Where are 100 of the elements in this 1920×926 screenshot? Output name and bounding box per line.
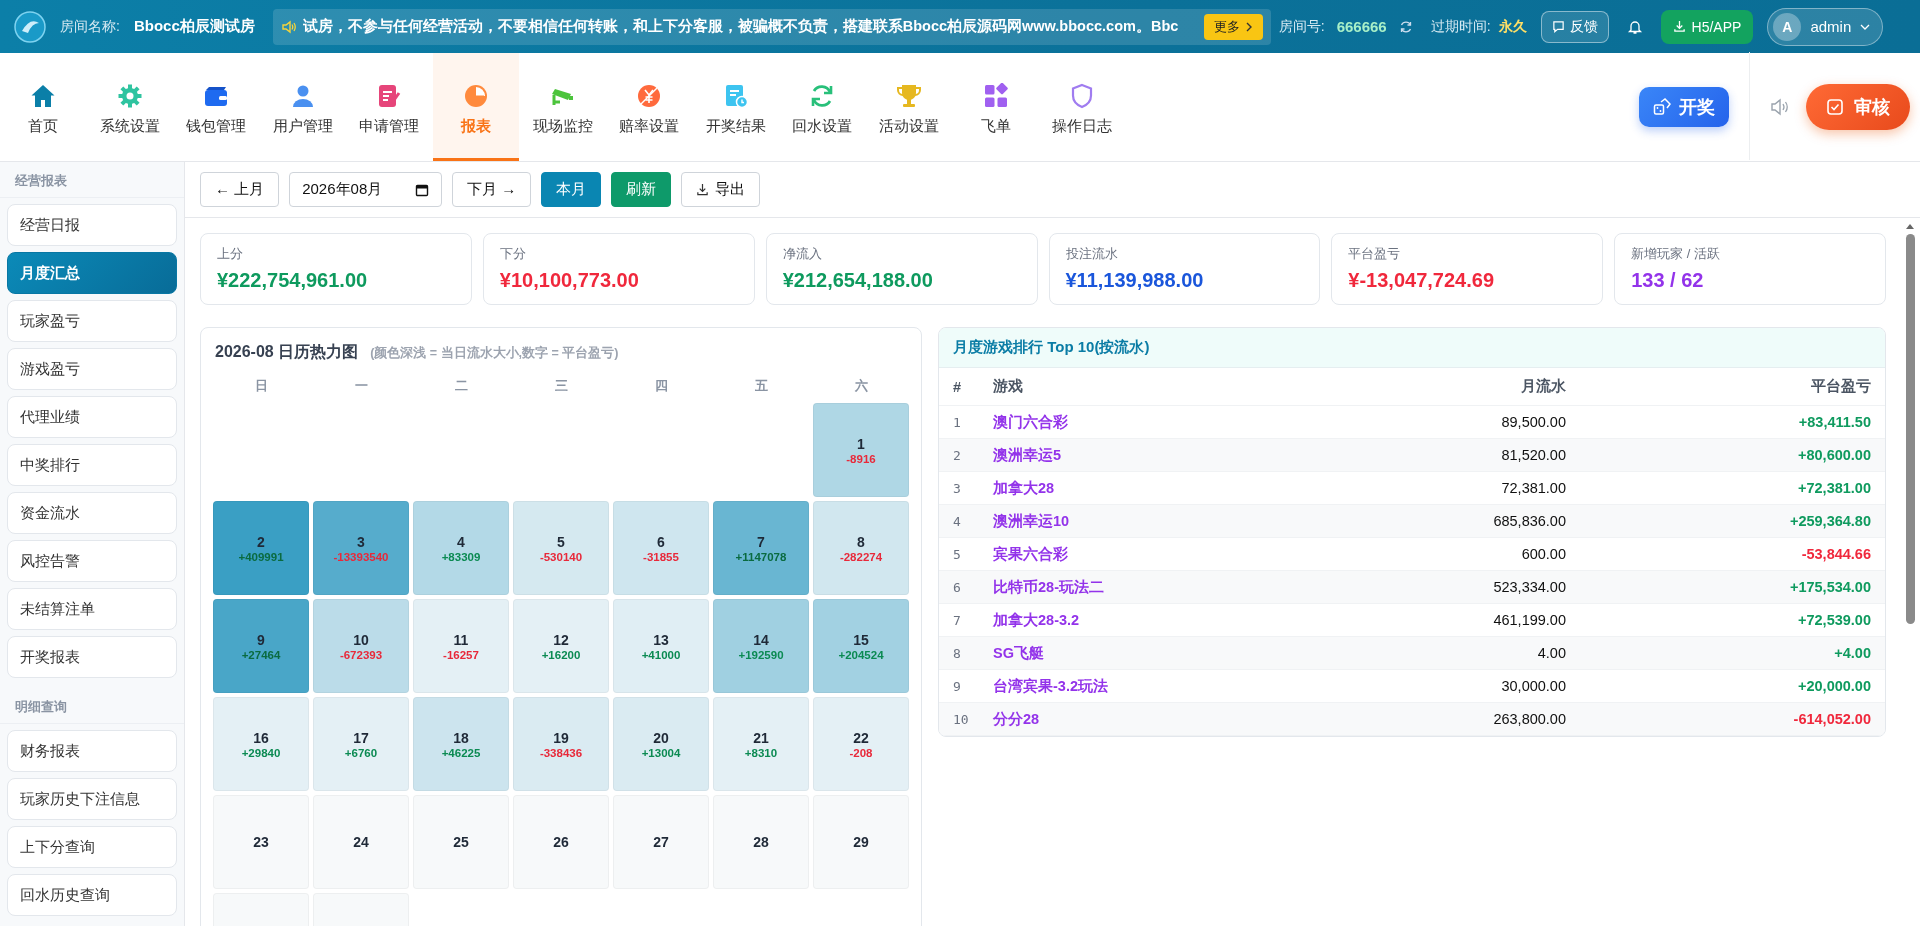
day-value: +41000 (641, 648, 681, 661)
day-cell[interactable]: 8 -282274 (813, 501, 909, 595)
game-name: 宾果六合彩 (993, 544, 1069, 564)
day-number: 2 (257, 533, 265, 550)
weekday-label: 四 (653, 377, 669, 395)
day-cell[interactable]: 19 -338436 (513, 697, 609, 791)
day-cell[interactable]: 20 +13004 (613, 697, 709, 791)
day-cell[interactable]: 28 (713, 795, 809, 889)
weekday-label: 一 (353, 377, 369, 395)
speaker-icon[interactable] (1770, 98, 1790, 116)
nav-tab[interactable]: 操作日志 (1039, 53, 1126, 161)
refresh-button[interactable]: 刷新 (611, 172, 672, 207)
day-cell[interactable]: 16 +29840 (213, 697, 309, 791)
rank-cell-text: 8 (953, 645, 962, 661)
day-number: 7 (757, 533, 765, 550)
profit-cell-text: +4.00 (1833, 645, 1871, 661)
more-button[interactable]: 更多 (1203, 13, 1263, 40)
sidebar-item[interactable]: 玩家盈亏 (7, 300, 177, 342)
sidebar-item[interactable]: 财务报表 (7, 730, 177, 772)
stat-label: 下分 (499, 245, 527, 263)
current-month-button[interactable]: 本月 (541, 172, 602, 207)
sidebar-item[interactable]: 上下分查询 (7, 826, 177, 868)
day-cell[interactable]: 13 +41000 (613, 599, 709, 693)
day-value: -208 (849, 746, 873, 759)
day-cell[interactable]: 29 (813, 795, 909, 889)
day-value: -282274 (839, 550, 883, 563)
stat-label: 净流入 (782, 245, 823, 263)
day-value: +192590 (738, 648, 784, 661)
turnover-cell-text: 685,836.00 (1492, 513, 1566, 529)
game-name: 澳洲幸运5 (993, 445, 1063, 465)
day-cell[interactable]: 5 -530140 (513, 501, 609, 595)
day-cell[interactable]: 6 -31855 (613, 501, 709, 595)
day-cell[interactable]: 15 +204524 (813, 599, 909, 693)
stat-label: 投注流水 (1065, 245, 1119, 263)
rank-cell-text: 3 (953, 480, 962, 496)
nav-tab[interactable]: 系统设置 (86, 53, 173, 161)
sidebar-item[interactable]: 未结算注单 (7, 588, 177, 630)
day-cell[interactable]: 26 (513, 795, 609, 889)
nav-tab[interactable]: 首页 (0, 53, 86, 161)
sidebar-item[interactable]: 风控告警 (7, 540, 177, 582)
sidebar-item[interactable]: 回水历史查询 (7, 874, 177, 916)
turnover-cell-text: 600.00 (1520, 546, 1566, 562)
day-cell[interactable]: 22 -208 (813, 697, 909, 791)
sidebar-item[interactable]: 月度汇总 (7, 252, 177, 294)
day-value: +27464 (241, 648, 281, 661)
sidebar-item[interactable]: 开奖报表 (7, 636, 177, 678)
month-field[interactable]: 2026年08月 (289, 172, 443, 207)
day-cell[interactable]: 25 (413, 795, 509, 889)
sidebar-item[interactable]: 经营日报 (7, 204, 177, 246)
nav-tab[interactable]: 用户管理 (259, 53, 346, 161)
day-cell[interactable]: 9 +27464 (213, 599, 309, 693)
day-cell[interactable]: 21 +8310 (713, 697, 809, 791)
day-number: 21 (753, 729, 769, 746)
day-cell[interactable]: 11 -16257 (413, 599, 509, 693)
next-month-button[interactable]: 下月 → (452, 172, 532, 207)
export-button[interactable]: 导出 (681, 172, 761, 207)
nav-tab[interactable]: 现场监控 (519, 53, 606, 161)
bell-icon[interactable] (1626, 18, 1643, 35)
day-cell[interactable]: 18 +46225 (413, 697, 509, 791)
day-cell[interactable]: 24 (313, 795, 409, 889)
day-value: +1147078 (735, 550, 787, 563)
day-value: -16257 (443, 648, 479, 661)
day-cell[interactable]: 14 +192590 (713, 599, 809, 693)
scroll-up-icon[interactable] (1905, 222, 1915, 230)
previous-month-button[interactable]: ← 上月 (200, 172, 280, 207)
day-cell[interactable]: 23 (213, 795, 309, 889)
day-cell[interactable]: 17 +6760 (313, 697, 409, 791)
draw-button[interactable]: 开奖 (1639, 87, 1729, 127)
nav-tab[interactable]: 钱包管理 (173, 53, 260, 161)
profit-cell-text: +72,381.00 (1797, 480, 1871, 496)
sidebar-item[interactable]: 玩家历史下注信息 (7, 778, 177, 820)
sidebar-item[interactable]: 代理业绩 (7, 396, 177, 438)
day-value: -672393 (339, 648, 383, 661)
sidebar-item[interactable]: 游戏盈亏 (7, 348, 177, 390)
day-cell[interactable]: 4 +83309 (413, 501, 509, 595)
feedback-button[interactable]: 反馈 (1540, 10, 1609, 43)
stat-value: ¥222,754,961.00 (217, 269, 369, 292)
nav-tab[interactable]: 活动设置 (865, 53, 952, 161)
nav-tab[interactable]: 回水设置 (779, 53, 866, 161)
nav-tab[interactable]: 申请管理 (346, 53, 433, 161)
nav-tab[interactable]: 开奖结果 (692, 53, 779, 161)
refresh-icon[interactable] (1398, 19, 1413, 34)
day-number: 12 (553, 631, 569, 648)
sidebar-item[interactable]: 资金流水 (7, 492, 177, 534)
dice-icon (1653, 98, 1671, 116)
day-cell[interactable]: 10 -672393 (313, 599, 409, 693)
day-number: 22 (853, 729, 869, 746)
day-cell[interactable]: 2 +409991 (213, 501, 309, 595)
nav-tab[interactable]: 飞单 (952, 53, 1039, 161)
day-value: -8916 (846, 452, 876, 465)
nav-tab[interactable]: 赔率设置 (606, 53, 693, 161)
day-cell[interactable]: 12 +16200 (513, 599, 609, 693)
day-cell[interactable]: 3 -13393540 (313, 501, 409, 595)
sidebar-item[interactable]: 中奖排行 (7, 444, 177, 486)
day-cell[interactable]: 7 +1147078 (713, 501, 809, 595)
user-menu[interactable]: A admin (1767, 7, 1884, 46)
day-cell[interactable]: 1 -8916 (813, 403, 909, 497)
column-header: 游戏 (993, 377, 1024, 396)
calendar-icon[interactable] (415, 182, 430, 197)
day-cell[interactable]: 27 (613, 795, 709, 889)
